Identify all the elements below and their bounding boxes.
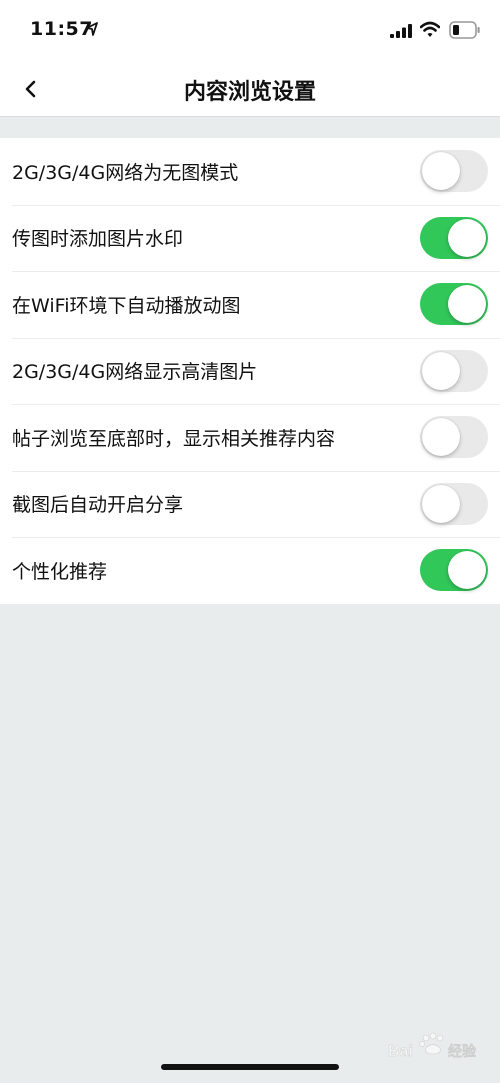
toggle-switch[interactable] [420,549,488,592]
status-bar: 11:57 [0,0,500,60]
setting-row-personalized-recommendations: 个性化推荐 [0,537,500,604]
toggle-switch[interactable] [420,416,488,459]
toggle-switch[interactable] [420,482,488,525]
setting-label: 传图时添加图片水印 [12,228,184,251]
location-arrow-icon [86,22,98,36]
setting-row-upload-watermark: 传图时添加图片水印 [0,204,500,272]
setting-row-screenshot-share: 截图后自动开启分享 [0,470,500,538]
toggle-switch[interactable] [420,349,488,392]
setting-label: 个性化推荐 [12,560,108,583]
setting-label: 帖子浏览至底部时，显示相关推荐内容 [12,427,336,450]
toggle-knob [448,218,486,257]
toggle-switch[interactable] [420,150,488,193]
setting-row-hd-images: 2G/3G/4G网络显示高清图片 [0,337,500,405]
setting-label: 2G/3G/4G网络显示高清图片 [12,361,258,384]
toggle-switch[interactable] [420,283,488,326]
settings-list: 2G/3G/4G网络为无图模式 传图时添加图片水印 在WiFi环境下自动播放动图… [0,138,500,604]
toggle-switch[interactable] [420,216,488,259]
page-title: 内容浏览设置 [183,80,316,105]
setting-row-wifi-autoplay-gif: 在WiFi环境下自动播放动图 [0,271,500,338]
baidu-watermark-logo: Bai 经验 [388,1032,477,1060]
setting-label: 2G/3G/4G网络为无图模式 [12,161,239,184]
setting-row-related-recommendations: 帖子浏览至底部时，显示相关推荐内容 [0,404,500,471]
toggle-knob [422,418,460,457]
toggle-knob [448,551,486,590]
wifi-icon [420,21,440,37]
toggle-knob [422,152,460,191]
svg-text:Bai: Bai [388,1043,413,1060]
setting-label: 截图后自动开启分享 [12,494,184,517]
setting-row-no-image-mode: 2G/3G/4G网络为无图模式 [0,138,500,205]
home-indicator[interactable] [161,1064,339,1070]
toggle-knob [422,484,460,523]
setting-label: 在WiFi环境下自动播放动图 [12,294,241,317]
svg-text:经验: 经验 [448,1043,477,1059]
toggle-knob [448,285,486,324]
nav-bar: 内容浏览设置 [0,60,500,117]
cellular-signal-icon [390,24,412,38]
status-time: 11:57 [30,18,93,40]
toggle-knob [422,351,460,390]
battery-icon [449,21,480,39]
